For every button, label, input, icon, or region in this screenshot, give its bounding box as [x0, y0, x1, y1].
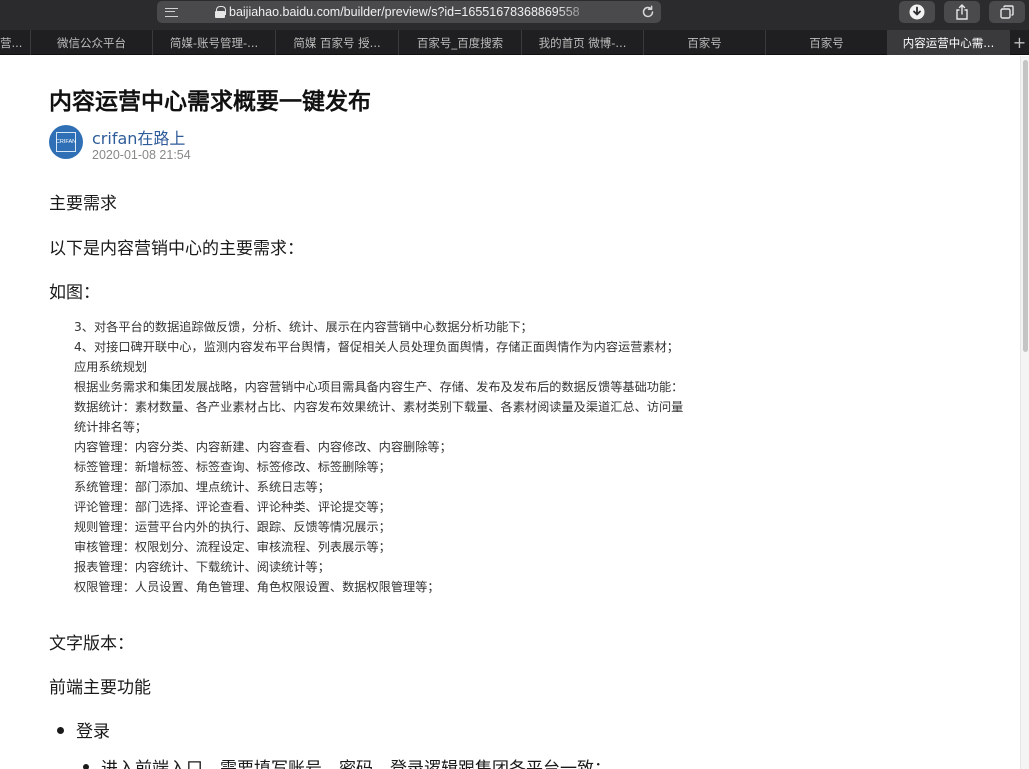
article-title: 内容运营中心需求概要一键发布	[49, 89, 371, 115]
tab-item[interactable]: 简媒-账号管理-...	[152, 30, 275, 55]
page-scrollbar[interactable]	[1020, 56, 1029, 769]
figure-line: 系统管理：部门添加、埋点统计、系统日志等；	[74, 480, 330, 494]
share-button[interactable]	[944, 1, 980, 23]
figure-line: 内容管理：内容分类、内容新建、内容查看、内容修改、内容删除等；	[74, 440, 452, 454]
tab-item[interactable]: 我的首页 微博-...	[521, 30, 643, 55]
address-bar[interactable]: baijiahao.baidu.com/builder/preview/s?id…	[157, 1, 661, 23]
tab-item[interactable]: 微信公众平台	[30, 30, 152, 55]
figure-line: 数据统计：素材数量、各产业素材占比、内容发布效果统计、素材类别下载量、各素材阅读…	[74, 400, 684, 414]
lock-icon	[215, 6, 226, 18]
tab-item-active[interactable]: 内容运营中心需...	[887, 30, 1009, 55]
tab-item[interactable]: 百家号_百度搜索	[398, 30, 521, 55]
reader-view-icon[interactable]	[157, 1, 185, 23]
article-content: 内容运营中心需求概要一键发布 CRIFAN crifan在路上 2020-01-…	[0, 56, 1020, 769]
figure-line: 根据业务需求和集团发展战略，内容营销中心项目需具备内容生产、存储、发布及发布后的…	[74, 380, 684, 394]
bullet-dot	[83, 764, 89, 769]
tab-item[interactable]: 营...	[0, 30, 30, 55]
bullet-dot	[57, 726, 64, 734]
figure-line: 权限管理：人员设置、角色管理、角色权限设置、数据权限管理等；	[74, 580, 440, 594]
bullet-item-login: 登录	[57, 717, 110, 742]
publish-date: 2020-01-08 21:54	[92, 148, 191, 162]
figure-line: 统计排名等；	[74, 420, 148, 434]
requirements-image: 3、对各平台的数据追踪做反馈，分析、统计、展示在内容营销中心数据分析功能下； 4…	[74, 317, 754, 597]
browser-toolbar: baijiahao.baidu.com/builder/preview/s?id…	[0, 0, 1029, 30]
download-icon	[909, 4, 925, 20]
share-icon	[956, 4, 968, 20]
figure-label: 如图：	[49, 283, 100, 303]
tab-item[interactable]: 百家号	[765, 30, 887, 55]
tab-item[interactable]: 百家号	[643, 30, 765, 55]
intro-paragraph: 以下是内容营销中心的主要需求：	[49, 239, 304, 259]
section-heading: 主要需求	[49, 194, 117, 214]
author-name[interactable]: crifan在路上	[92, 125, 185, 149]
figure-line: 标签管理：新增标签、标签查询、标签修改、标签删除等；	[74, 460, 391, 474]
figure-line: 报表管理：内容统计、下载统计、阅读统计等；	[74, 560, 330, 574]
figure-line: 审核管理：权限划分、流程设定、审核流程、列表展示等；	[74, 540, 391, 554]
frontend-heading: 前端主要功能	[49, 678, 151, 698]
tab-bar: 营... 微信公众平台 简媒-账号管理-... 简媒 百家号 授... 百家号_…	[0, 30, 1029, 55]
tab-overview-button[interactable]	[989, 1, 1025, 23]
author-avatar[interactable]: CRIFAN	[49, 125, 83, 159]
text-version-heading: 文字版本：	[49, 634, 134, 654]
tab-item[interactable]: 简媒 百家号 授...	[275, 30, 398, 55]
scrollbar-thumb[interactable]	[1023, 60, 1028, 352]
reload-icon[interactable]	[641, 5, 655, 19]
figure-line: 评论管理：部门选择、评论查看、评论种类、评论提交等；	[74, 500, 391, 514]
tabs-icon	[1000, 5, 1014, 19]
figure-line: 3、对各平台的数据追踪做反馈，分析、统计、展示在内容营销中心数据分析功能下；	[74, 320, 533, 334]
new-tab-button[interactable]: +	[1009, 30, 1029, 55]
figure-line: 规则管理：运营平台内外的执行、跟踪、反馈等情况展示；	[74, 520, 391, 534]
bullet-text: 进入前端入口，需要填写账号、密码，登录逻辑跟集团各平台一致；	[101, 759, 611, 769]
figure-line: 应用系统规划	[74, 360, 148, 374]
avatar-logo: CRIFAN	[56, 132, 76, 152]
downloads-button[interactable]	[899, 1, 935, 23]
url-text[interactable]: baijiahao.baidu.com/builder/preview/s?id…	[229, 5, 599, 19]
bullet-text: 登录	[76, 722, 110, 742]
figure-line: 4、对接口碑开联中心，监测内容发布平台舆情，督促相关人员处理负面舆情，存储正面舆…	[74, 340, 679, 354]
bullet-item-login-sub: 进入前端入口，需要填写账号、密码，登录逻辑跟集团各平台一致；	[83, 754, 611, 769]
